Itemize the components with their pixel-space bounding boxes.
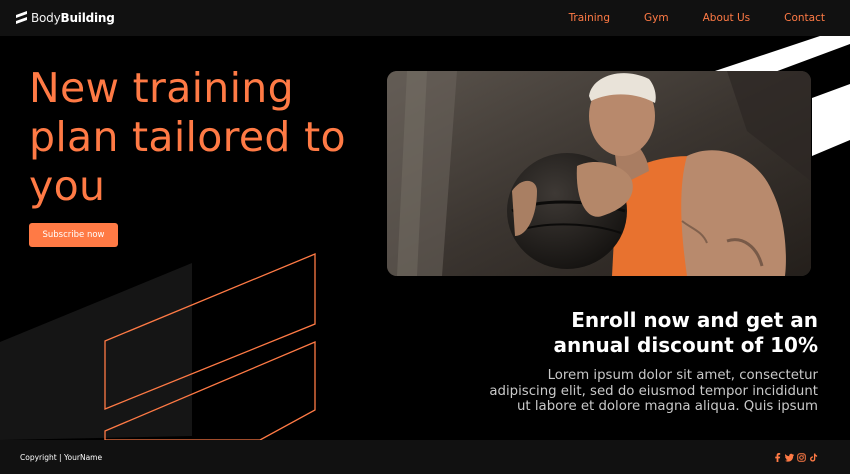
deco-dark-band: [0, 263, 192, 440]
nav-link-about-us[interactable]: About Us: [703, 12, 751, 24]
promo-title: Enroll now and get an annual discount of…: [553, 308, 818, 357]
nav-link-contact[interactable]: Contact: [784, 12, 825, 24]
twitter-icon[interactable]: [785, 453, 794, 462]
footer: Copyright | YourName: [0, 440, 850, 474]
social-links: [773, 453, 818, 462]
logo-icon: [16, 11, 27, 24]
tiktok-icon[interactable]: [809, 453, 818, 462]
hero-headline: New training plan tailored to you: [29, 64, 346, 210]
brand-name-part1: Body: [31, 11, 61, 25]
instagram-icon[interactable]: [797, 453, 806, 462]
nav-link-gym[interactable]: Gym: [644, 12, 669, 24]
main-nav: Training Gym About Us Contact: [569, 0, 825, 36]
top-navigation-bar: BodyBuilding Training Gym About Us Conta…: [0, 0, 850, 36]
hero-photo-illustration: [387, 71, 811, 276]
copyright-text: Copyright | YourName: [20, 453, 103, 462]
hero-section: New training plan tailored to you Subscr…: [0, 36, 850, 440]
nav-link-training[interactable]: Training: [569, 12, 610, 24]
brand-name-part2: Building: [60, 11, 115, 25]
brand-name: BodyBuilding: [31, 10, 115, 26]
promo-description: Lorem ipsum dolor sit amet, consectetur …: [489, 368, 818, 414]
deco-white-stripe-bottom: [812, 84, 850, 156]
brand-logo[interactable]: BodyBuilding: [16, 10, 115, 26]
facebook-icon[interactable]: [773, 453, 782, 462]
subscribe-button[interactable]: Subscribe now: [29, 223, 118, 247]
hero-photo: [387, 71, 811, 276]
